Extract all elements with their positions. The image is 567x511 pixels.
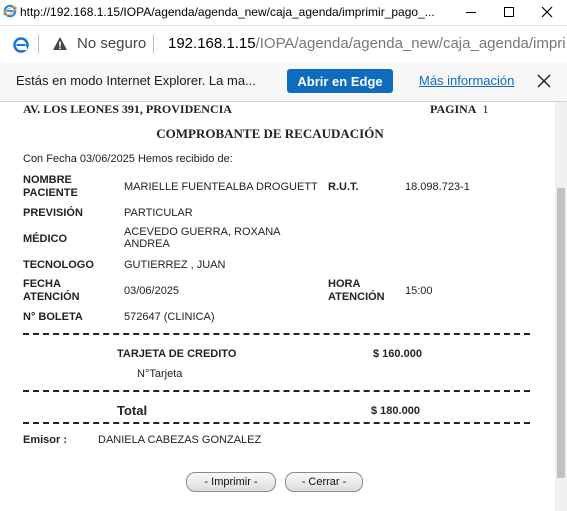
edge-ie-mode-icon — [13, 37, 29, 53]
close-icon — [541, 6, 553, 18]
page-label: PAGINA — [430, 102, 477, 116]
rut-label: R.U.T. — [328, 181, 359, 193]
page-number: 1 — [482, 102, 489, 116]
medico-label: MÉDICO — [23, 233, 67, 245]
patient-label: NOMBRE PACIENTE — [23, 174, 78, 199]
clinic-address: AV. LOS LEONES 391, PROVIDENCIA — [23, 102, 232, 116]
fecha-label: FECHA ATENCIÓN — [23, 278, 80, 303]
payment-amount: $ 160.000 — [373, 348, 422, 360]
tecnologo-value: GUTIERREZ , JUAN — [124, 259, 226, 271]
payment-method: TARJETA DE CREDITO — [117, 348, 237, 360]
minimize-button[interactable] — [452, 1, 490, 23]
scrollbar-thumb[interactable] — [557, 188, 565, 478]
window-title: http://192.168.1.15/IOPA/agenda/agenda_n… — [20, 5, 435, 19]
close-banner-icon[interactable] — [536, 73, 552, 89]
open-in-edge-button[interactable]: Abrir en Edge — [287, 69, 393, 93]
divider — [38, 35, 39, 53]
banner-message: Estás en modo Internet Explorer. La ma..… — [16, 73, 256, 88]
prevision-value: PARTICULAR — [124, 207, 193, 219]
hora-value: 15:00 — [405, 285, 433, 297]
url-host: 192.168.1.15 — [168, 35, 256, 52]
page-indicator: PAGINA 1 — [430, 102, 488, 117]
url-path: /IOPA/agenda/agenda_new/caja_agenda/impr… — [255, 35, 567, 52]
total-amount: $ 180.000 — [371, 405, 420, 417]
boleta-value: 572647 (CLINICA) — [124, 311, 215, 323]
close-window-button[interactable] — [528, 1, 566, 23]
address-bar: No seguro 192.168.1.15/IOPA/agenda/agend… — [0, 26, 567, 63]
rut-value: 18.098.723-1 — [405, 181, 470, 193]
dashed-divider — [23, 333, 530, 335]
more-info-link[interactable]: Más información — [419, 73, 514, 88]
internet-explorer-icon — [3, 4, 17, 18]
maximize-icon — [504, 7, 514, 17]
close-button[interactable]: - Cerrar - — [285, 472, 363, 492]
receipt-page: AV. LOS LEONES 391, PROVIDENCIA PAGINA 1… — [0, 102, 555, 511]
emisor-value: DANIELA CABEZAS GONZALEZ — [98, 434, 262, 446]
maximize-button[interactable] — [490, 1, 528, 23]
divider — [153, 35, 154, 53]
vertical-scrollbar[interactable] — [555, 102, 567, 511]
window-title-bar: http://192.168.1.15/IOPA/agenda/agenda_n… — [0, 0, 567, 26]
receipt-title: COMPROBANTE DE RECAUDACIÓN — [156, 126, 384, 141]
dashed-divider — [23, 390, 530, 392]
patient-value: MARIELLE FUENTEALBA DROGUETT — [124, 181, 318, 193]
tecnologo-label: TECNOLOGO — [23, 259, 94, 271]
warning-icon[interactable] — [52, 36, 68, 52]
minimize-icon — [466, 12, 476, 13]
card-label: N°Tarjeta — [137, 368, 183, 380]
fecha-value: 03/06/2025 — [124, 285, 180, 297]
medico-value: ACEVEDO GUERRA, ROXANA ANDREA — [124, 226, 281, 250]
ie-mode-banner: Estás en modo Internet Explorer. La ma..… — [0, 62, 567, 102]
emisor-label: Emisor : — [23, 434, 68, 446]
receipt-intro: Con Fecha 03/06/2025 Hemos recibido de: — [23, 153, 233, 165]
hora-label: HORA ATENCIÓN — [328, 278, 385, 303]
prevision-label: PREVISIÓN — [23, 207, 83, 219]
print-button[interactable]: - Imprimir - — [186, 472, 276, 492]
dashed-divider — [23, 422, 530, 424]
total-label: Total — [117, 403, 148, 418]
security-status[interactable]: No seguro — [77, 35, 146, 52]
boleta-label: N° BOLETA — [23, 311, 83, 323]
url-field[interactable]: 192.168.1.15/IOPA/agenda/agenda_new/caja… — [168, 35, 567, 52]
